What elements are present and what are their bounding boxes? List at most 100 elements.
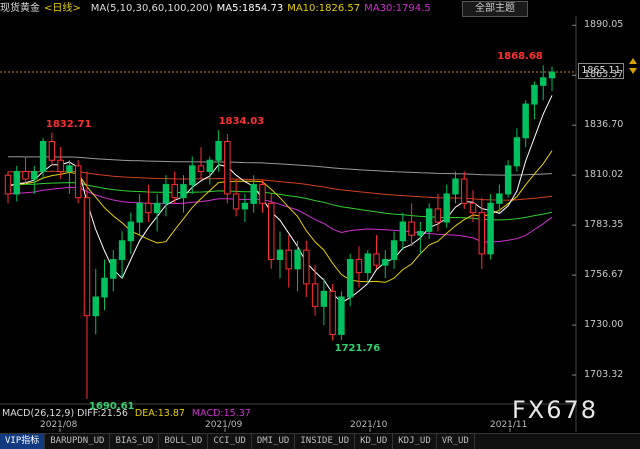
indicator-tab[interactable]: KD_UD — [355, 434, 394, 449]
candle-body — [215, 141, 222, 161]
candle-body — [373, 253, 380, 266]
candle-body — [153, 202, 161, 214]
candle-body — [162, 184, 170, 204]
candle-body — [531, 84, 538, 105]
macd-dea: DEA:13.87 — [134, 408, 185, 419]
chart-background — [0, 0, 640, 448]
candle-body — [224, 141, 231, 195]
candle-body — [13, 170, 20, 195]
candle-body — [83, 197, 91, 317]
candle-body — [408, 221, 415, 236]
candle-body — [487, 202, 494, 255]
candle-body — [540, 77, 547, 86]
theme-button[interactable]: 全部主题 — [462, 1, 528, 17]
period-label[interactable]: <日线> — [44, 3, 81, 14]
candle-body — [189, 165, 196, 186]
candle-body — [355, 259, 363, 274]
indicator-tab[interactable]: BARUPDN_UD — [45, 434, 111, 449]
chart-header: 现货黄金 <日线> MA(5,10,30,60,100,200) MA5:1854.7… — [0, 2, 435, 16]
indicator-tabs: VIP指标 BARUPDN_UD BIAS_UD BOLL_UD CCI_UD DMI_U… — [0, 433, 640, 449]
price-tick-label: 1836.70 — [584, 119, 624, 131]
date-label: 2021/08 — [40, 420, 78, 430]
candle-body — [48, 141, 56, 161]
candle-body — [197, 165, 205, 172]
candle-body — [513, 137, 521, 167]
price-tick-label: 1863.37 — [584, 69, 624, 81]
indicator-tab[interactable]: INSIDE_UD — [295, 434, 356, 449]
indicator-tab[interactable]: BIAS_UD — [110, 434, 160, 449]
candle-body — [4, 174, 12, 195]
candle-body — [478, 212, 486, 255]
candle — [74, 160, 82, 204]
ma30-value: MA30:1794.5 — [364, 3, 431, 14]
candle-body — [399, 221, 407, 242]
candle-body — [39, 141, 47, 172]
candle-body — [504, 165, 512, 195]
indicator-tab[interactable]: BOLL_UD — [159, 434, 209, 449]
candle-body — [136, 202, 143, 223]
candle-body — [443, 193, 450, 223]
macd-value: MACD:15.37 — [191, 408, 251, 419]
price-chart[interactable] — [0, 0, 640, 448]
candle-body — [66, 165, 73, 172]
candle — [338, 291, 345, 341]
candle-body — [74, 165, 82, 199]
price-label-high_1: 1832.71 — [45, 118, 92, 130]
candle-body — [496, 193, 503, 204]
macd-diff: DIFF:21.56 — [77, 408, 128, 419]
candle-body — [127, 221, 135, 242]
ma-params[interactable]: MA(5,10,30,60,100,200) — [91, 3, 213, 14]
candle-body — [434, 208, 442, 223]
candle-body — [452, 178, 459, 195]
candle-body — [338, 296, 345, 335]
candle-body — [92, 296, 99, 317]
candle-body — [259, 184, 266, 204]
candle-body — [320, 290, 328, 307]
indicator-tab[interactable]: DMI_UD — [252, 434, 296, 449]
candle-body — [364, 253, 371, 274]
candle — [224, 134, 231, 204]
candle — [487, 193, 494, 260]
candle-body — [145, 202, 152, 214]
candle-body — [268, 202, 275, 261]
ma5-value: MA5:1854.73 — [216, 3, 284, 14]
candle-body — [57, 159, 64, 172]
candle-body — [101, 277, 108, 298]
ma10-value: MA10:1826.57 — [287, 3, 361, 14]
candle-body — [311, 283, 319, 307]
indicator-tab[interactable]: VR_UD — [437, 434, 475, 449]
candle-body — [294, 249, 301, 270]
macd-params: MACD(26,12,9) — [2, 408, 75, 419]
candle-body — [22, 170, 29, 180]
watermark-logo: FX678 — [512, 396, 599, 424]
candle-body — [382, 259, 389, 266]
candle-body — [206, 159, 214, 172]
scroll-arrows-icon[interactable] — [628, 56, 638, 76]
indicator-tab[interactable]: KDJ_UD — [393, 434, 437, 449]
candle-body — [417, 230, 424, 236]
candle-body — [303, 249, 310, 285]
price-tick-label: 1890.05 — [584, 19, 624, 31]
price-tick-label: 1703.32 — [584, 369, 624, 381]
candle-body — [31, 170, 38, 180]
macd-readout: MACD(26,12,9) DIFF:21.56 DEA:13.87 MACD:15.… — [2, 408, 254, 419]
candle-body — [118, 240, 126, 261]
candle — [329, 283, 336, 341]
candle-body — [548, 71, 556, 79]
candle-body — [232, 193, 240, 210]
price-label-high_2: 1834.03 — [218, 116, 265, 128]
instrument-name[interactable]: 现货黄金 — [0, 3, 40, 14]
candle-body — [171, 184, 178, 199]
candle-body — [285, 249, 292, 270]
candle — [268, 193, 275, 269]
price-label-high_3: 1868.68 — [497, 51, 543, 63]
candle-body — [241, 202, 249, 210]
price-label-low_2: 1721.76 — [334, 342, 381, 354]
candle-body — [461, 178, 468, 204]
indicator-tab[interactable]: CCI_UD — [208, 434, 252, 449]
indicator-tab[interactable]: VIP指标 — [0, 434, 46, 449]
candle-body — [250, 184, 257, 204]
date-label: 2021/09 — [205, 420, 243, 430]
candle-body — [180, 184, 187, 199]
candle-body — [390, 240, 398, 261]
